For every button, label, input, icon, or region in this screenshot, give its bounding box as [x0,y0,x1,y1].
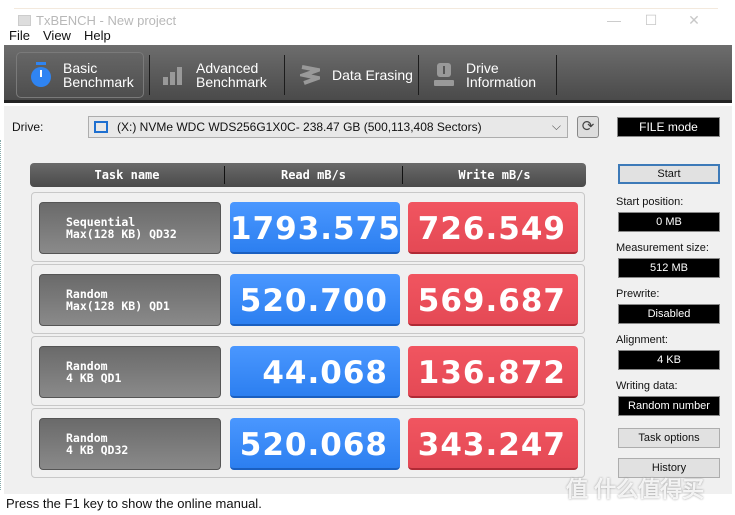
menu-view[interactable]: View [43,28,71,43]
minimize-button[interactable]: — [604,12,624,28]
menu-bar: File View Help [0,27,735,45]
stopwatch-icon [27,61,55,89]
drive-selected-value: (X:) NVMe WDC WDS256G1X0C- 238.47 GB (50… [117,120,482,134]
eraser-icon [296,61,324,89]
background-window-edge [0,140,3,490]
app-icon [18,15,31,26]
write-value: 726.549 [408,202,578,254]
writing-data-value[interactable]: Random number [618,396,720,416]
header-write: Write mB/s [458,168,531,182]
prewrite-value[interactable]: Disabled [618,304,720,324]
window-title: TxBENCH - New project [36,13,177,28]
header-read: Read mB/s [280,168,347,182]
read-value: 520.700 [230,274,400,326]
result-row: Random Max(128 KB) QD1 520.700 569.687 [31,264,585,334]
tab-label-line1: Data Erasing [332,67,413,83]
task-button-rnd-4k-q1[interactable]: Random 4 KB QD1 [39,346,221,398]
result-row: Sequential Max(128 KB) QD32 1793.575 726… [31,192,585,262]
result-row: Random 4 KB QD1 44.068 136.872 [31,336,585,406]
chevron-down-icon[interactable]: ⌵ [552,119,561,134]
main-panel: Drive: (X:) NVMe WDC WDS256G1X0C- 238.47… [4,106,732,494]
start-button[interactable]: Start [618,164,720,184]
start-position-value[interactable]: 0 MB [618,212,720,232]
task-options-button[interactable]: Task options [618,428,720,448]
tab-basic-benchmark[interactable]: Basic Benchmark [16,52,144,98]
tab-drive-information[interactable]: Drive Information [420,52,556,98]
tab-divider [556,55,557,95]
measurement-size-label: Measurement size: [616,242,709,254]
drive-info-icon [430,61,458,89]
start-position-label: Start position: [616,196,684,208]
tab-data-erasing[interactable]: Data Erasing [286,52,418,98]
read-value: 44.068 [230,346,400,398]
tab-divider [418,55,419,95]
results-header: Task name Read mB/s Write mB/s [30,163,586,187]
drive-icon [94,121,108,133]
menu-help[interactable]: Help [84,28,111,43]
tab-label-line2: Benchmark [196,74,267,90]
drive-select[interactable]: (X:) NVMe WDC WDS256G1X0C- 238.47 GB (50… [88,116,568,138]
task-button-seq-q32[interactable]: Sequential Max(128 KB) QD32 [39,202,221,254]
header-task-name: Task name [94,168,160,182]
measurement-size-value[interactable]: 512 MB [618,258,720,278]
watermark: 值 什么值得买 [566,477,705,502]
result-row: Random 4 KB QD32 520.068 343.247 [31,408,585,478]
tab-divider [284,55,285,95]
menu-file[interactable]: File [9,28,30,43]
writing-data-label: Writing data: [616,380,678,392]
prewrite-label: Prewrite: [616,288,660,300]
write-value: 343.247 [408,418,578,470]
refresh-button[interactable]: ⟳ [577,116,599,138]
write-value: 569.687 [408,274,578,326]
tab-label-line2: Information [466,74,537,90]
toolbar: Basic Benchmark Advanced Benchmark Data Er… [4,45,732,103]
bar-chart-icon [160,61,188,89]
alignment-value[interactable]: 4 KB [618,350,720,370]
tab-advanced-benchmark[interactable]: Advanced Benchmark [150,52,284,98]
drive-label: Drive: [12,120,44,134]
read-value: 1793.575 [230,202,400,254]
read-value: 520.068 [230,418,400,470]
task-button-rnd-4k-q32[interactable]: Random 4 KB QD32 [39,418,221,470]
mode-indicator: FILE mode [617,117,720,137]
alignment-label: Alignment: [616,334,668,346]
tab-label-line2: Benchmark [63,74,134,90]
task-button-rnd-max-q1[interactable]: Random Max(128 KB) QD1 [39,274,221,326]
write-value: 136.872 [408,346,578,398]
